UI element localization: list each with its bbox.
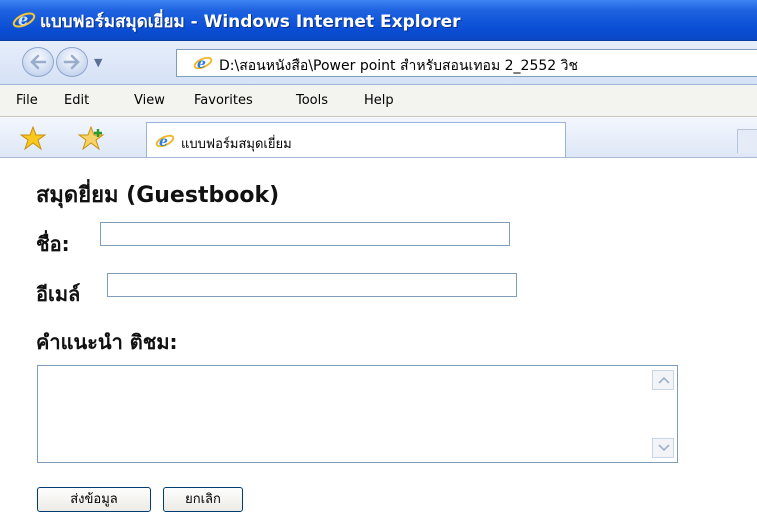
- page-content: สมุดยี่ยม (Guestbook) ชื่อ: อีเมล์ คำแนะ…: [0, 158, 757, 516]
- recent-pages-dropdown-icon[interactable]: ▼: [94, 56, 102, 69]
- address-input[interactable]: e D:\สอนหนังสือ\Power point สำหรับสอนเทอ…: [176, 49, 757, 77]
- favorites-star-icon[interactable]: [20, 126, 46, 150]
- add-favorite-icon[interactable]: [78, 126, 106, 150]
- menu-tools[interactable]: Tools: [296, 93, 328, 108]
- menu-edit[interactable]: Edit: [64, 93, 89, 108]
- chevron-up-icon: [658, 376, 670, 384]
- menu-bar: File Edit View Favorites Tools Help: [0, 85, 757, 117]
- chevron-down-icon: [658, 444, 670, 452]
- forward-arrow-icon: [63, 54, 80, 70]
- svg-text:e: e: [197, 56, 206, 72]
- back-arrow-icon: [30, 54, 47, 70]
- new-tab-button[interactable]: [737, 129, 757, 153]
- favorites-tab-bar: e แบบฟอร์มสมุดเยี่ยม: [0, 117, 757, 158]
- window-titlebar[interactable]: e แบบฟอร์มสมุดเยี่ยม - Windows Internet …: [0, 0, 757, 41]
- svg-text:e: e: [18, 10, 28, 29]
- tab-label: แบบฟอร์มสมุดเยี่ยม: [181, 137, 292, 152]
- name-label: ชื่อ:: [36, 232, 70, 256]
- scroll-up-button[interactable]: [652, 370, 674, 390]
- back-button[interactable]: [22, 47, 54, 77]
- svg-text:e: e: [159, 134, 168, 150]
- cancel-button[interactable]: ยกเลิก: [163, 487, 243, 512]
- scroll-down-button[interactable]: [652, 438, 674, 458]
- address-url: D:\สอนหนังสือ\Power point สำหรับสอนเทอม …: [219, 58, 578, 74]
- address-toolbar: ▼ e D:\สอนหนังสือ\Power point สำหรับสอนเ…: [0, 41, 757, 85]
- forward-button[interactable]: [56, 47, 88, 77]
- ie-icon: e: [193, 56, 213, 72]
- page-title: สมุดยี่ยม (Guestbook): [36, 183, 280, 208]
- menu-view[interactable]: View: [134, 93, 165, 108]
- menu-help[interactable]: Help: [364, 93, 394, 108]
- comment-textarea[interactable]: [37, 365, 678, 463]
- comment-label: คำแนะนำ ติชม:: [36, 330, 178, 354]
- ie-icon: e: [155, 134, 175, 150]
- name-field[interactable]: [100, 222, 510, 246]
- email-field[interactable]: [107, 273, 517, 297]
- menu-favorites[interactable]: Favorites: [194, 93, 253, 108]
- menu-file[interactable]: File: [16, 93, 38, 108]
- ie-icon: e: [12, 10, 36, 29]
- email-label: อีเมล์: [36, 282, 81, 306]
- submit-button[interactable]: ส่งข้อมูล: [37, 487, 151, 512]
- window-title: แบบฟอร์มสมุดเยี่ยม - Windows Internet Ex…: [40, 12, 461, 32]
- tab-guestbook[interactable]: e แบบฟอร์มสมุดเยี่ยม: [146, 122, 566, 157]
